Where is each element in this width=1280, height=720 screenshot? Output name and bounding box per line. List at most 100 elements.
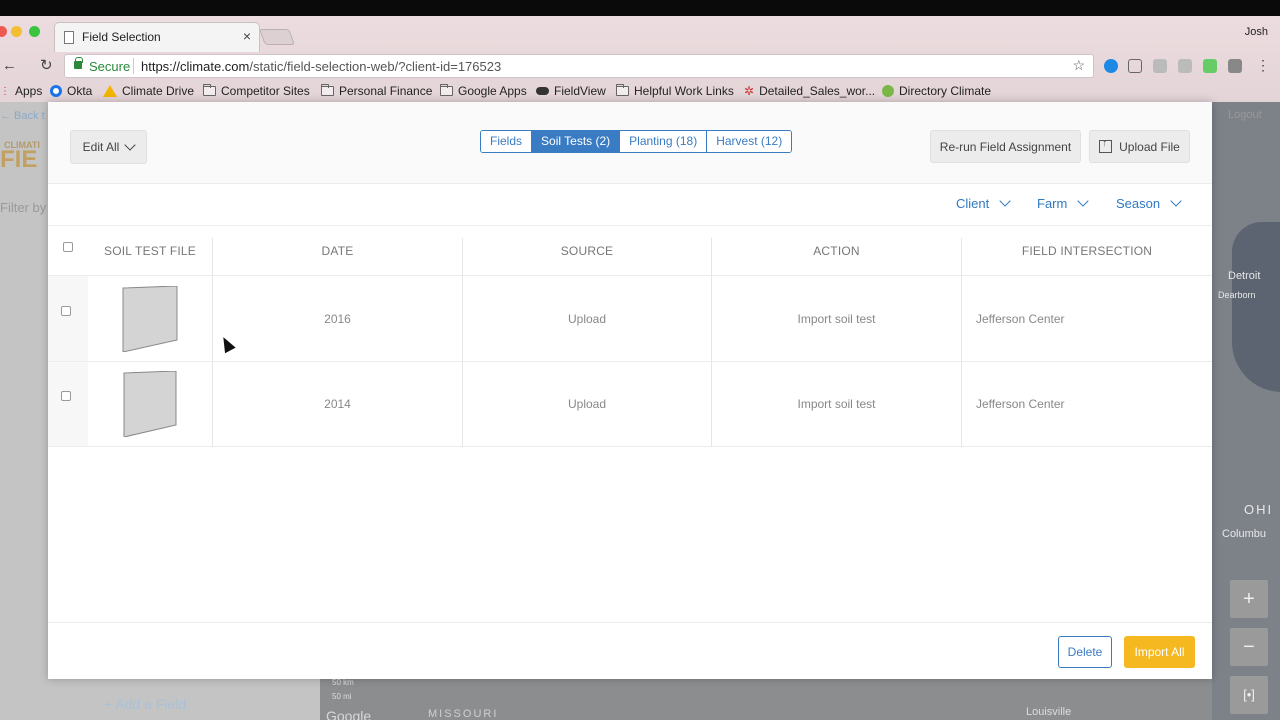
bookmark-apps[interactable]: ⋮ Apps <box>0 84 42 98</box>
rerun-field-assignment-button[interactable]: Re-run Field Assignment <box>930 130 1081 163</box>
bookmark-okta[interactable]: Okta <box>50 84 92 98</box>
bookmark-climate-drive[interactable]: Climate Drive <box>103 84 194 98</box>
chevron-down-icon <box>124 138 137 151</box>
bookmark-directory-climate[interactable]: Directory Climate <box>882 84 991 98</box>
bookmark-google-apps[interactable]: Google Apps <box>440 84 527 98</box>
browser-toolbar: ← ↻ Secure https://climate.com/static/fi… <box>0 54 1280 78</box>
url-domain: https://climate.com <box>141 59 250 74</box>
reload-icon[interactable]: ↻ <box>40 56 53 74</box>
delete-button[interactable]: Delete <box>1058 636 1112 668</box>
upload-label: Upload File <box>1119 139 1180 154</box>
bookmark-label: Okta <box>67 84 93 98</box>
drive-icon <box>103 85 117 97</box>
extension-icon-4[interactable] <box>1203 59 1217 73</box>
column-header-file[interactable]: SOIL TEST FILE <box>88 226 212 275</box>
column-header-field[interactable]: FIELD INTERSECTION <box>962 226 1212 275</box>
bookmark-personal-finance[interactable]: Personal Finance <box>321 84 432 98</box>
modal-header: Edit All Fields Soil Tests (2) Planting … <box>48 102 1212 184</box>
bookmark-fieldview[interactable]: FieldView <box>536 84 606 98</box>
bookmark-label: Directory Climate <box>899 84 992 98</box>
okta-icon <box>50 85 62 97</box>
column-divider <box>711 276 712 362</box>
bookmark-label: Helpful Work Links <box>634 84 734 98</box>
browser-tab-active[interactable]: Field Selection × <box>54 22 260 52</box>
bookmark-label: Personal Finance <box>339 84 433 98</box>
lake-shape <box>1232 222 1280 392</box>
tab-soil-tests[interactable]: Soil Tests (2) <box>531 131 620 152</box>
window-minimize-dot[interactable] <box>11 26 22 37</box>
page-icon <box>64 31 74 44</box>
cast-icon[interactable] <box>1128 59 1142 73</box>
folder-icon <box>440 84 453 96</box>
logout-link: Logout <box>1228 109 1262 121</box>
new-tab-button[interactable] <box>259 29 295 45</box>
column-divider <box>462 238 463 276</box>
column-header-source[interactable]: SOURCE <box>463 226 711 275</box>
folder-icon <box>321 84 334 96</box>
tab-fields[interactable]: Fields <box>481 131 532 152</box>
bookmark-competitor-sites[interactable]: Competitor Sites <box>203 84 310 98</box>
farm-filter[interactable]: Farm <box>1037 195 1090 211</box>
upload-file-button[interactable]: Upload File <box>1089 130 1190 163</box>
map-label: Google <box>326 708 372 720</box>
date-cell: 2016 <box>324 311 351 326</box>
extension-icon-5[interactable] <box>1228 59 1242 73</box>
extension-icon-1[interactable] <box>1104 59 1118 73</box>
bookmark-label: Climate Drive <box>122 84 195 98</box>
select-all-checkbox[interactable] <box>63 241 73 252</box>
import-all-button[interactable]: Import All <box>1124 636 1195 668</box>
back-arrow-icon[interactable]: ← <box>2 57 17 74</box>
season-filter[interactable]: Season <box>1116 195 1182 211</box>
select-all-cell <box>48 222 88 271</box>
bookmark-helpful-work-links[interactable]: Helpful Work Links <box>616 84 734 98</box>
row-checkbox[interactable] <box>60 305 71 316</box>
tab-strip: Field Selection × Josh <box>0 16 1280 54</box>
filters-bar: Client Farm Season <box>48 184 1212 226</box>
field-shape-cell <box>88 276 212 361</box>
screen-top-bar <box>0 0 1280 16</box>
bookmark-label: Google Apps <box>458 84 527 98</box>
map-label: 50 km <box>332 678 354 687</box>
modal-footer: Delete Import All <box>48 622 1212 679</box>
cloud-icon <box>536 87 549 95</box>
map-label: Dearborn <box>1218 290 1256 300</box>
address-bar[interactable]: Secure https://climate.com/static/field-… <box>64 54 1094 78</box>
profile-name[interactable]: Josh <box>1245 26 1268 38</box>
table-row[interactable]: 2014 Upload Import soil test Jefferson C… <box>48 362 1212 447</box>
action-cell: Import soil test <box>797 397 876 411</box>
field-boundary-thumbnail <box>122 285 178 352</box>
window-zoom-dot[interactable] <box>29 26 40 37</box>
column-divider <box>462 276 463 362</box>
farm-filter-label: Farm <box>1037 196 1068 211</box>
url-text[interactable]: https://climate.com/static/field-selecti… <box>141 59 501 74</box>
tab-close-icon[interactable]: × <box>243 28 251 44</box>
map-zoom-in-button: + <box>1230 580 1268 618</box>
menu-icon[interactable]: ⋮ <box>1256 58 1270 73</box>
row-checkbox[interactable] <box>60 391 71 401</box>
window-close-dot[interactable] <box>0 26 7 37</box>
bookmark-label: Detailed_Sales_wor... <box>759 84 876 98</box>
edit-all-dropdown[interactable]: Edit All <box>70 130 147 164</box>
field-boundary-thumbnail <box>123 371 177 437</box>
tab-harvest[interactable]: Harvest (12) <box>706 131 792 152</box>
map-label: OHI <box>1244 502 1274 517</box>
client-filter[interactable]: Client <box>956 195 1011 211</box>
column-header-date[interactable]: DATE <box>213 226 462 275</box>
map-label: Louisville <box>1026 706 1072 718</box>
column-header-action[interactable]: ACTION <box>712 226 961 275</box>
column-divider <box>462 362 463 447</box>
extension-icon-3[interactable] <box>1178 59 1192 73</box>
map-label: Detroit <box>1228 270 1261 282</box>
extension-icon-2[interactable] <box>1153 59 1167 73</box>
address-divider <box>133 58 134 74</box>
source-cell: Upload <box>567 397 607 411</box>
column-divider <box>212 276 213 362</box>
field-intersection-cell: Jefferson Center <box>976 311 1065 326</box>
back-link: ← Back t <box>0 110 45 122</box>
upload-icon <box>1099 138 1113 153</box>
date-cell: 2014 <box>324 397 351 411</box>
tab-planting[interactable]: Planting (18) <box>619 131 707 152</box>
bookmark-star-icon[interactable]: ☆ <box>1072 57 1085 74</box>
add-field-link: + Add a Field <box>104 696 187 712</box>
bookmark-detailed-sales[interactable]: ✲ Detailed_Sales_wor... <box>744 84 875 98</box>
